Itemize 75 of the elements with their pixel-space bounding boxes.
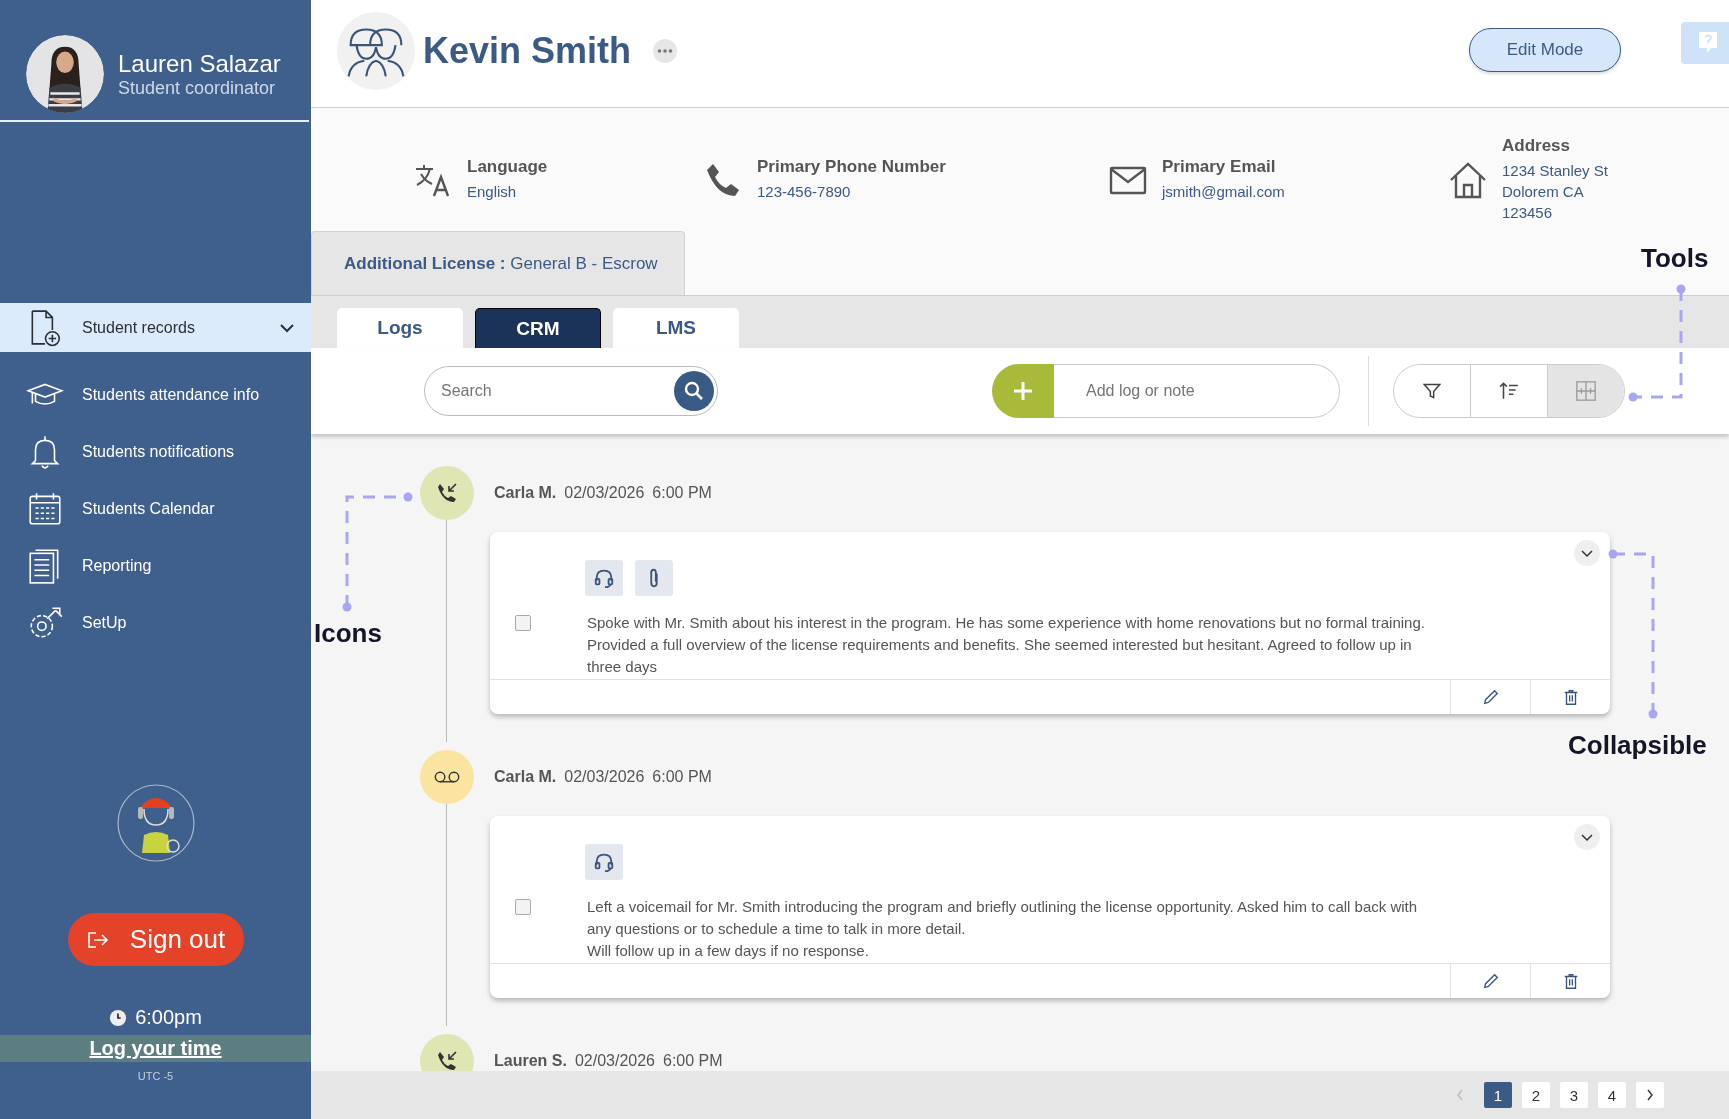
field-label: Language <box>467 157 548 177</box>
pencil-icon <box>1481 688 1500 706</box>
nav-item[interactable]: Students Calendar <box>0 480 311 537</box>
field-value: 1234 Stanley St <box>1502 161 1608 181</box>
log-author: Carla M. <box>494 484 557 502</box>
headset-icon <box>593 567 615 589</box>
headset-chip[interactable] <box>585 844 623 880</box>
log-time-link[interactable]: Log your time <box>89 1037 222 1060</box>
log-author: Carla M. <box>494 768 557 786</box>
worker-avatar-icon <box>115 783 196 863</box>
tab[interactable]: Logs <box>337 308 463 348</box>
tab[interactable]: CRM <box>475 308 601 348</box>
log-note-line: Spoke with Mr. Smith about his interest in the program. He has some experience with home renovations but no formal training. <box>587 613 1425 633</box>
chevron-down-icon[interactable] <box>279 322 295 333</box>
log-date: 02/03/2026 <box>564 768 645 786</box>
user-role: Student coordinator <box>118 77 277 99</box>
page-button[interactable]: 1 <box>1484 1082 1512 1108</box>
user-name: Lauren Salazar <box>118 49 281 78</box>
chevron-left-icon <box>1455 1088 1465 1102</box>
people-icon <box>337 11 415 90</box>
add-note-field[interactable]: Add log or note <box>1054 364 1340 418</box>
clock-time: 6:00pm <box>135 1006 202 1029</box>
nav-item[interactable]: SetUp <box>0 594 311 651</box>
layout-button[interactable] <box>1548 365 1624 417</box>
log-note-line: Provided a full overview of the license requirements and benefits. She seemed interested but hesitant. Agreed to follow up in <box>587 635 1413 655</box>
field-label: Primary Email <box>1162 157 1277 177</box>
log-date: 02/03/2026 <box>564 484 645 502</box>
nav-item[interactable]: Students attendance info <box>0 366 311 423</box>
log-note-line: Left a voicemail for Mr. Smith introducing the program and briefly outlining the license opportunity. Asked him to call back with <box>587 897 1418 917</box>
checkbox[interactable] <box>515 899 531 915</box>
nav-item[interactable]: Reporting <box>0 537 311 594</box>
log-date: 02/03/2026 <box>574 1052 655 1070</box>
nav-item[interactable]: Student records <box>0 303 311 352</box>
log-time: 6:00 PM <box>663 1052 723 1070</box>
field-value: Dolorem CA <box>1502 182 1585 202</box>
field-value: jsmith@gmail.com <box>1162 182 1285 202</box>
contact-name: Kevin Smith <box>423 29 632 72</box>
next-page-button[interactable] <box>1636 1082 1664 1108</box>
sort-icon <box>1498 380 1520 402</box>
page-button[interactable]: 4 <box>1598 1082 1626 1108</box>
checkbox[interactable] <box>515 615 531 631</box>
grid-icon <box>1575 380 1597 402</box>
annotation-label: Icons <box>314 618 382 649</box>
sign-out-icon <box>85 929 110 950</box>
search-field[interactable]: Search <box>424 366 718 416</box>
sign-out-button[interactable]: Sign out <box>67 913 244 966</box>
annotation-label: Collapsible <box>1568 730 1707 761</box>
log-author: Lauren S. <box>494 1052 567 1070</box>
page-button[interactable]: 2 <box>1522 1082 1550 1108</box>
edit-mode-button[interactable]: Edit Mode <box>1469 27 1621 72</box>
nav-item[interactable]: Students notifications <box>0 423 311 480</box>
headset-icon <box>593 851 615 873</box>
log-time: 6:00 PM <box>652 484 712 502</box>
pencil-icon <box>1481 972 1500 990</box>
page-button[interactable]: 3 <box>1560 1082 1588 1108</box>
attachment-chip[interactable] <box>635 560 673 596</box>
field-label: Address <box>1502 136 1572 156</box>
log-note-line: three days <box>587 657 659 677</box>
license-text: Additional License : General B - Escrow <box>344 253 658 274</box>
tab[interactable]: LMS <box>613 308 739 348</box>
field-value: 123456 <box>1502 203 1554 223</box>
chevron-right-icon <box>1645 1088 1655 1102</box>
field-label: Primary Phone Number <box>757 157 946 177</box>
clock-icon <box>109 1008 128 1027</box>
search-icon[interactable] <box>674 371 714 411</box>
headset-chip[interactable] <box>585 560 623 596</box>
log-note-line: Will follow up in a few days if no response. <box>587 941 870 961</box>
annotation-label: Tools <box>1641 243 1709 274</box>
more-icon[interactable] <box>653 38 678 63</box>
timezone: UTC -5 <box>137 1070 174 1082</box>
log-time: 6:00 PM <box>652 768 712 786</box>
field-value: English <box>467 182 518 202</box>
log-note-line: any questions or to schedule a time to talk in more detail. <box>587 919 967 939</box>
add-icon[interactable] <box>992 364 1054 418</box>
field-value: 123-456-7890 <box>757 182 852 202</box>
